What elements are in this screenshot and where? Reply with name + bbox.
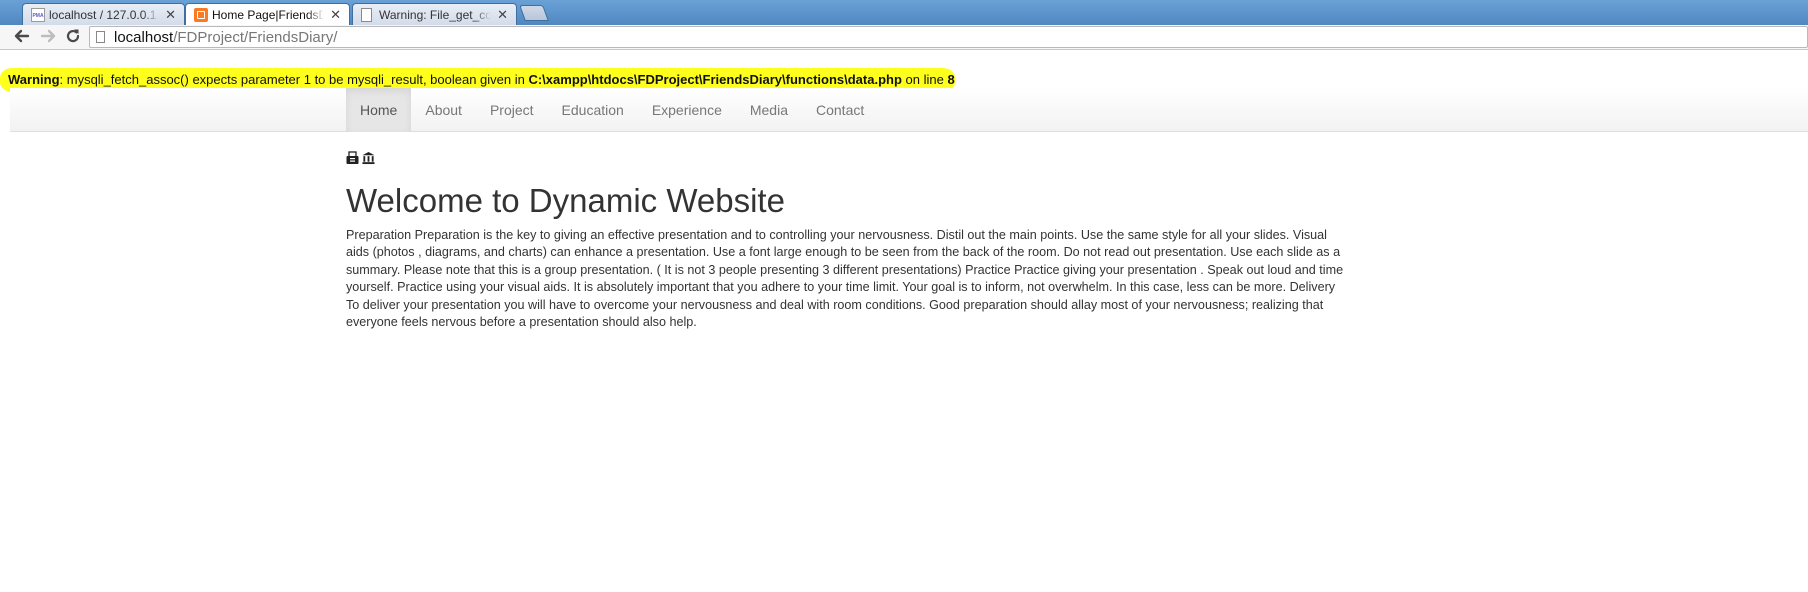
nav-item-education[interactable]: Education <box>548 88 638 132</box>
reload-icon <box>66 29 80 43</box>
tab-strip: PMA localhost / 127.0.0.1 / dwdi ✕ Home … <box>0 0 1808 25</box>
page-icon <box>96 31 105 43</box>
back-arrow-icon <box>14 29 30 43</box>
forward-arrow-icon <box>40 29 56 43</box>
browser-toolbar: localhost/FDProject/FriendsDiary/ <box>0 25 1808 50</box>
nav-menu: Home About Project Education Experience … <box>346 88 878 132</box>
warning-label: Warning <box>8 72 60 87</box>
icon-row <box>346 151 375 165</box>
tab-home-page[interactable]: Home Page|FriendsDairy W ✕ <box>185 3 350 25</box>
bank-icon <box>362 151 375 165</box>
nav-item-contact[interactable]: Contact <box>802 88 878 132</box>
address-bar[interactable]: localhost/FDProject/FriendsDiary/ <box>89 26 1808 48</box>
warning-file: C:\xampp\htdocs\FDProject\FriendsDiary\f… <box>528 72 902 87</box>
tab-title: localhost / 127.0.0.1 / dwdi <box>49 7 159 22</box>
close-icon[interactable]: ✕ <box>330 8 341 21</box>
site-navbar: Home About Project Education Experience … <box>10 88 1808 132</box>
warning-message: : mysqli_fetch_assoc() expects parameter… <box>59 72 529 87</box>
nav-item-home[interactable]: Home <box>346 88 412 132</box>
document-icon <box>361 8 372 22</box>
tab-title: Home Page|FriendsDairy W <box>212 7 324 22</box>
nav-item-experience[interactable]: Experience <box>638 88 736 132</box>
nav-item-media[interactable]: Media <box>736 88 802 132</box>
close-icon[interactable]: ✕ <box>165 8 176 21</box>
reload-button[interactable] <box>63 27 83 47</box>
back-button[interactable] <box>12 27 32 47</box>
nav-item-about[interactable]: About <box>411 88 476 132</box>
page-paragraph: Preparation Preparation is the key to gi… <box>346 228 1344 330</box>
close-icon[interactable]: ✕ <box>497 8 508 21</box>
tab-title: Warning: File_get_content <box>379 7 491 22</box>
url-text: localhost/FDProject/FriendsDiary/ <box>114 28 338 46</box>
tab-warning[interactable]: Warning: File_get_content ✕ <box>352 3 517 25</box>
warning-line: 8 <box>947 72 955 87</box>
xampp-icon <box>194 8 208 22</box>
warning-on-line: on line <box>901 72 948 87</box>
fax-icon <box>346 151 359 164</box>
new-tab-button[interactable] <box>519 5 549 21</box>
nav-item-project[interactable]: Project <box>476 88 548 132</box>
page-heading: Welcome to Dynamic Website <box>346 182 785 219</box>
forward-button[interactable] <box>38 27 58 47</box>
phpmyadmin-icon: PMA <box>31 8 45 22</box>
tab-phpmyadmin[interactable]: PMA localhost / 127.0.0.1 / dwdi ✕ <box>22 3 185 25</box>
